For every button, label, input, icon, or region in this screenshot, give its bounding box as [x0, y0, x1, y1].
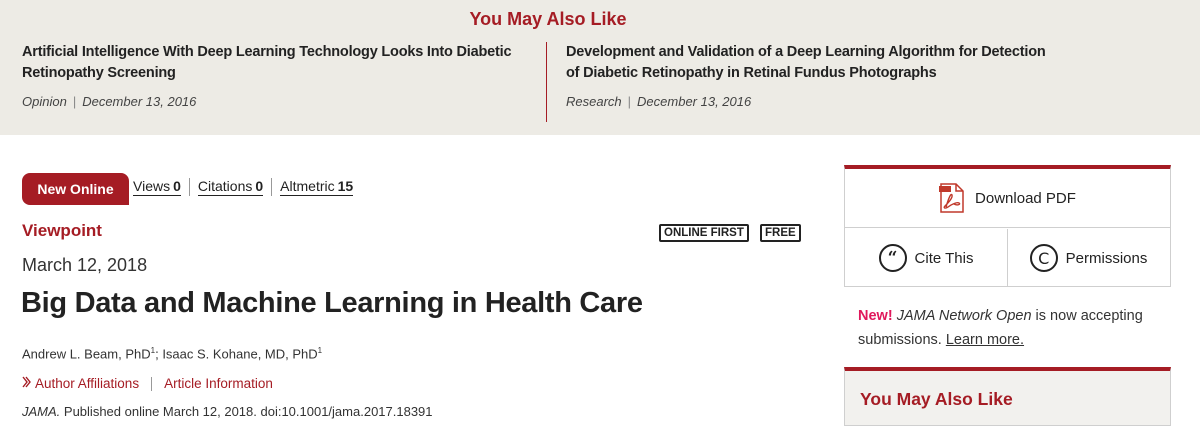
promo-new-label: New! [858, 308, 893, 324]
article-type: Research [566, 94, 622, 109]
author-name[interactable]: Isaac S. Kohane, MD, PhD [162, 346, 317, 361]
altmetric-value[interactable]: 15 [338, 178, 354, 194]
related-article-meta: Research | December 13, 2016 [566, 94, 1086, 109]
citation-text: Published online March 12, 2018. doi:10.… [60, 404, 433, 419]
author-name[interactable]: Andrew L. Beam, PhD [22, 346, 151, 361]
metric-separator [188, 178, 190, 196]
permissions-button[interactable]: C Permissions [1007, 229, 1169, 287]
article-type: Opinion [22, 94, 67, 109]
article-section: Viewpoint [22, 221, 102, 240]
citations-label[interactable]: Citations [198, 178, 252, 194]
related-article-title-line[interactable]: Artificial Intelligence With Deep Learni… [22, 44, 512, 60]
download-pdf-label[interactable]: Download PDF [975, 190, 1076, 207]
free-tag: FREE [760, 224, 801, 242]
cite-permissions-row: “ Cite This C Permissions [845, 229, 1170, 287]
views-metric[interactable]: Views 0 [133, 178, 181, 196]
new-online-badge: New Online [22, 173, 129, 205]
author-affiliations-link[interactable]: Author Affiliations [35, 376, 139, 391]
article-date: December 13, 2016 [82, 94, 197, 109]
article-title: Big Data and Machine Learning in Health … [21, 287, 643, 319]
article-links: Author Affiliations Article Information [22, 376, 273, 391]
article-tools: Download PDF “ Cite This C Permissions [844, 165, 1171, 287]
citations-value[interactable]: 0 [255, 178, 263, 194]
metric-separator [271, 178, 273, 196]
altmetric-metric[interactable]: Altmetric 15 [280, 178, 354, 196]
article-date: December 13, 2016 [637, 94, 752, 109]
sidebar-related-title: You May Also Like [860, 389, 1013, 409]
promo-journal: JAMA Network Open [896, 308, 1032, 324]
jama-open-promo: New! JAMA Network Open is now accepting … [858, 304, 1168, 352]
online-first-tag: ONLINE FIRST [659, 224, 749, 242]
sidebar-related-panel: You May Also Like [844, 367, 1171, 426]
cite-this-label[interactable]: Cite This [915, 250, 974, 267]
views-value[interactable]: 0 [173, 178, 181, 194]
related-article-title[interactable]: Artificial Intelligence With Deep Learni… [22, 42, 532, 84]
related-banner: You May Also Like Artificial Intelligenc… [0, 0, 1200, 135]
citations-metric[interactable]: Citations 0 [197, 178, 264, 196]
related-article-title-line[interactable]: of Diabetic Retinopathy in Retinal Fundu… [566, 65, 937, 81]
article-metrics: Views 0 Citations 0 Altmetric 15 [133, 178, 354, 196]
publication-date: March 12, 2018 [22, 255, 148, 275]
journal-name: JAMA. [22, 404, 61, 419]
meta-separator: | [627, 94, 632, 109]
pdf-icon [939, 183, 965, 213]
banner-title: You May Also Like [469, 9, 627, 29]
learn-more-link[interactable]: Learn more. [946, 332, 1024, 348]
chevron-right-icon [22, 376, 31, 391]
meta-separator: | [72, 94, 77, 109]
related-article-2[interactable]: Development and Validation of a Deep Lea… [566, 42, 1086, 109]
views-label[interactable]: Views [133, 178, 170, 194]
related-article-title-line[interactable]: Development and Validation of a Deep Lea… [566, 44, 1046, 60]
cite-this-button[interactable]: “ Cite This [845, 229, 1007, 287]
banner-divider [546, 42, 547, 122]
permissions-label[interactable]: Permissions [1066, 250, 1148, 267]
author-list: Andrew L. Beam, PhD1; Isaac S. Kohane, M… [22, 346, 322, 361]
altmetric-label[interactable]: Altmetric [280, 178, 334, 194]
link-separator [151, 376, 153, 391]
related-article-1[interactable]: Artificial Intelligence With Deep Learni… [22, 42, 532, 109]
quote-icon: “ [878, 244, 907, 272]
related-article-meta: Opinion | December 13, 2016 [22, 94, 532, 109]
download-pdf-button[interactable]: Download PDF [845, 169, 1170, 228]
article-citation: JAMA. Published online March 12, 2018. d… [22, 404, 433, 419]
related-article-title-line[interactable]: Retinopathy Screening [22, 65, 176, 81]
article-information-link[interactable]: Article Information [164, 376, 273, 391]
related-article-title[interactable]: Development and Validation of a Deep Lea… [566, 42, 1086, 84]
copyright-icon: C [1029, 244, 1058, 272]
affiliation-marker[interactable]: 1 [318, 346, 322, 355]
